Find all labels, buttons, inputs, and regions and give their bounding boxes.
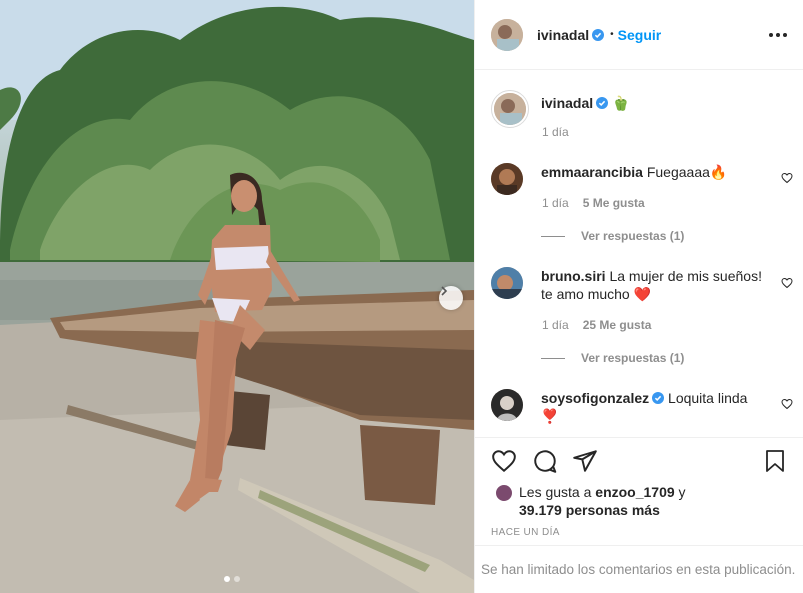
carousel-indicator <box>224 576 240 582</box>
liker-username[interactable]: enzoo_1709 <box>595 484 674 500</box>
like-heart-icon[interactable] <box>491 448 517 474</box>
caption-avatar-ring[interactable] <box>491 90 529 128</box>
like-comment-heart-icon[interactable] <box>781 277 793 289</box>
comment-text: Fuegaaaa🔥 <box>646 164 728 180</box>
post-header: ivinadal • Seguir <box>475 0 803 70</box>
post-timestamp[interactable]: HACE UN DÍA <box>491 527 560 538</box>
post-actions-section: Les gusta a enzoo_1709 y 39.179 personas… <box>475 437 803 545</box>
commenter-avatar[interactable] <box>491 163 523 195</box>
next-photo-button[interactable] <box>439 286 463 310</box>
view-replies-button[interactable]: Ver respuestas (1) <box>541 351 684 365</box>
carousel-dot-active <box>224 576 230 582</box>
caption: ivinadal 🫑 <box>491 90 787 128</box>
chevron-right-icon <box>441 286 448 296</box>
comment-bubble-icon[interactable] <box>532 448 558 474</box>
share-paper-plane-icon[interactable] <box>572 448 598 474</box>
caption-time[interactable]: 1 día <box>542 125 569 139</box>
view-replies-label: Ver respuestas (1) <box>581 351 685 365</box>
commenter-avatar[interactable] <box>491 267 523 299</box>
comments-list[interactable]: ivinadal 🫑 1 día emmaarancibia Fuegaaaa🔥… <box>475 71 803 437</box>
comment-time[interactable]: 1 día <box>542 318 569 332</box>
caption-text: 🫑 <box>612 95 630 111</box>
commenter-avatar[interactable] <box>491 389 523 421</box>
caption-username[interactable]: ivinadal <box>541 95 593 111</box>
like-comment-heart-icon[interactable] <box>781 398 793 410</box>
comment-likes[interactable]: 5 Me gusta <box>583 196 645 210</box>
header-separator: • <box>610 29 614 40</box>
comment-item: soysofigonzalez Loquita linda ❣️ <box>491 389 787 425</box>
liker-avatar[interactable] <box>495 484 513 502</box>
view-replies-label: Ver respuestas (1) <box>581 229 685 243</box>
author-avatar[interactable] <box>491 18 523 51</box>
view-replies-button[interactable]: Ver respuestas (1) <box>541 229 684 243</box>
author-username[interactable]: ivinadal <box>537 27 589 43</box>
likes-count[interactable]: 39.179 personas más <box>519 501 660 519</box>
comment-username[interactable]: soysofigonzalez <box>541 390 649 406</box>
comment-item: bruno.siri La mujer de mis sueños! te am… <box>491 267 787 303</box>
comment-text-emoji: ❣️ <box>541 408 559 424</box>
likes-prefix: Les gusta a <box>519 484 596 500</box>
comment-text: Loquita linda <box>668 390 748 406</box>
comments-limited-notice: Se han limitado los comentarios en esta … <box>475 545 803 593</box>
beach-scene-image <box>0 0 474 593</box>
more-options-icon[interactable] <box>769 32 787 37</box>
carousel-dot <box>234 576 240 582</box>
comment-item: emmaarancibia Fuegaaaa🔥 <box>491 163 787 195</box>
caption-avatar[interactable] <box>494 93 526 125</box>
save-bookmark-icon[interactable] <box>763 448 787 474</box>
action-icons <box>491 448 787 476</box>
verified-badge-icon <box>592 28 605 41</box>
comment-time[interactable]: 1 día <box>542 196 569 210</box>
post-side-panel: ivinadal • Seguir ivinadal 🫑 1 día emmaa… <box>474 0 803 593</box>
like-comment-heart-icon[interactable] <box>781 172 793 184</box>
follow-button[interactable]: Seguir <box>618 27 662 43</box>
verified-badge-icon <box>652 392 665 404</box>
comment-username[interactable]: bruno.siri <box>541 268 606 284</box>
likes-and: y <box>674 484 686 500</box>
comment-likes[interactable]: 25 Me gusta <box>583 318 652 332</box>
comment-username[interactable]: emmaarancibia <box>541 164 643 180</box>
post-photo[interactable] <box>0 0 474 593</box>
verified-badge-icon <box>596 97 609 109</box>
